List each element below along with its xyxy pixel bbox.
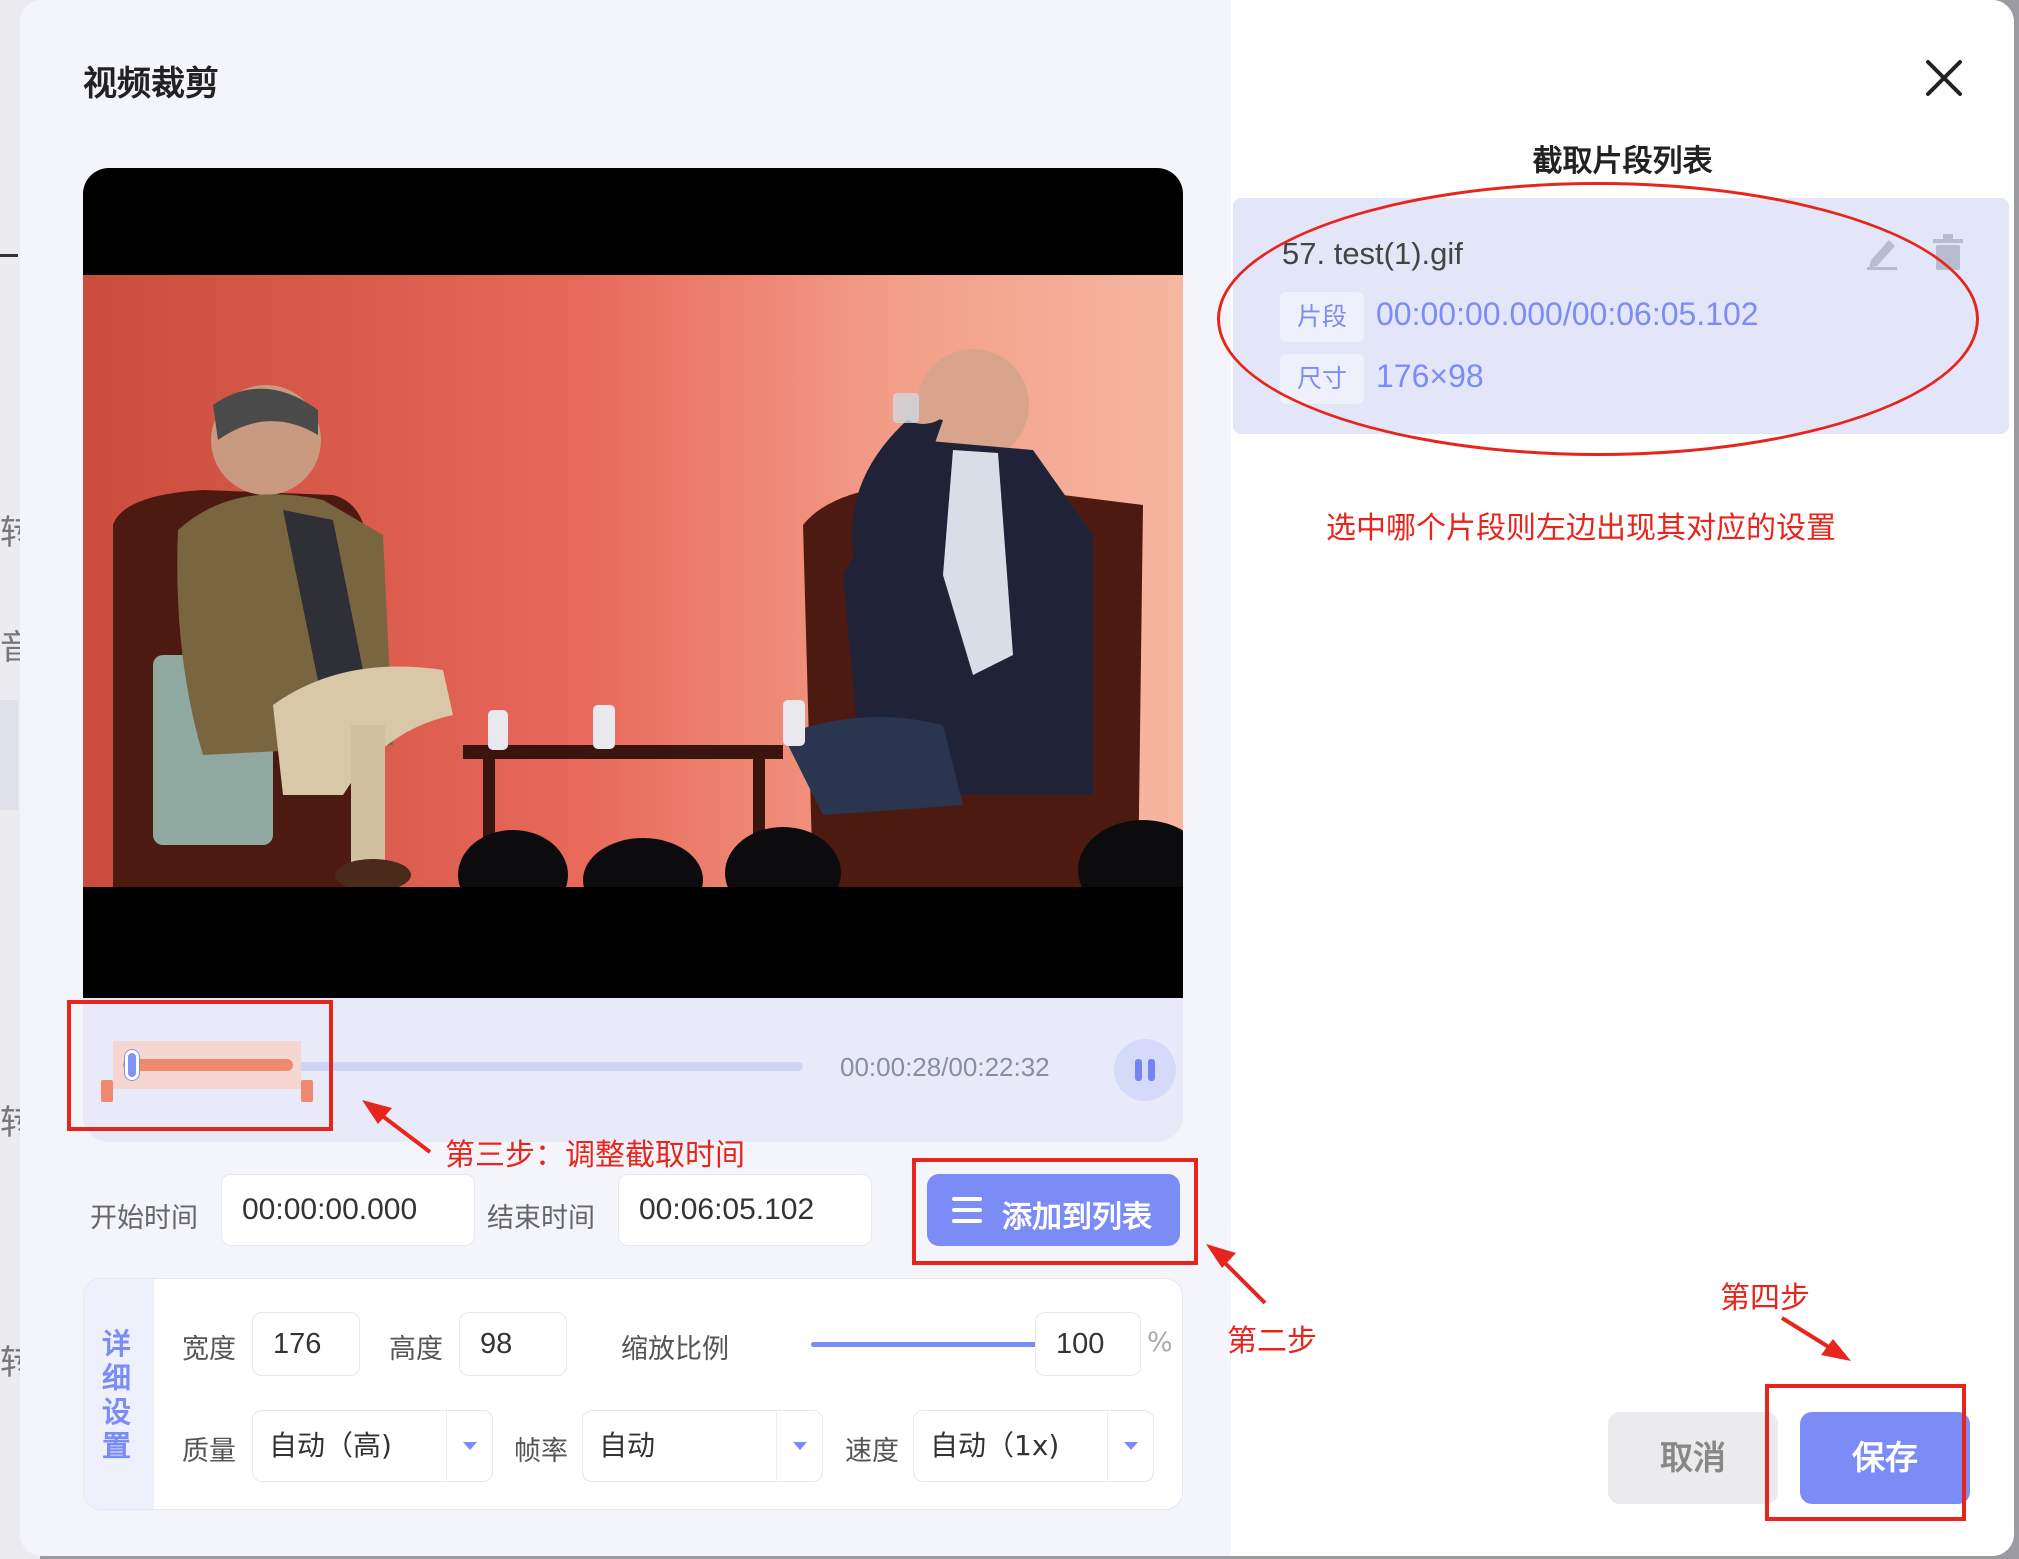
pause-icon <box>1148 1059 1155 1081</box>
pause-button[interactable] <box>1114 1039 1176 1101</box>
width-label: 宽度 <box>182 1334 236 1365</box>
scale-unit: % <box>1147 1327 1173 1358</box>
chevron-down-icon <box>1107 1411 1153 1481</box>
quality-select[interactable]: 自动（高) <box>252 1410 493 1482</box>
start-time-input[interactable]: 00:00:00.000 <box>221 1174 475 1246</box>
end-time-label: 结束时间 <box>487 1203 595 1234</box>
close-icon[interactable] <box>1920 54 1968 102</box>
height-input[interactable]: 98 <box>459 1312 567 1376</box>
height-label: 高度 <box>389 1334 443 1365</box>
video-frame <box>83 275 1183 887</box>
annotation-step3: 第三步：调整截取时间 <box>445 1138 745 1173</box>
annotation-note: 选中哪个片段则左边出现其对应的设置 <box>1326 511 1836 546</box>
annotation-ellipse <box>1217 182 1979 456</box>
background-selected-item <box>0 700 18 810</box>
detail-settings-panel: 详细设置 宽度 176 高度 98 缩放比例 100 % 质量 自动（高) 帧率… <box>83 1278 1183 1510</box>
quality-label: 质量 <box>182 1436 236 1467</box>
speed-select[interactable]: 自动（1x) <box>913 1410 1154 1482</box>
detail-settings-tab[interactable]: 详细设置 <box>84 1279 154 1509</box>
time-display: 00:00:28/00:22:32 <box>840 1052 1050 1082</box>
annotation-box-add <box>912 1158 1198 1265</box>
video-preview[interactable] <box>83 168 1183 998</box>
width-input[interactable]: 176 <box>252 1312 360 1376</box>
scale-label: 缩放比例 <box>621 1334 729 1365</box>
video-frame-image <box>113 349 1183 887</box>
end-time-input[interactable]: 00:06:05.102 <box>618 1174 872 1246</box>
background-divider <box>0 254 18 257</box>
annotation-step2: 第二步 <box>1227 1324 1317 1359</box>
chevron-down-icon <box>776 1411 822 1481</box>
annotation-box-save <box>1765 1384 1966 1521</box>
chevron-down-icon <box>446 1411 492 1481</box>
clip-list-title: 截取片段列表 <box>1532 144 1713 179</box>
fps-label: 帧率 <box>514 1436 568 1467</box>
editor-pane: 视频裁剪 00:00:28/00:22:32 开始时间 00:00:00.000… <box>20 0 1231 1556</box>
pause-icon <box>1135 1059 1142 1081</box>
cancel-button[interactable]: 取消 <box>1608 1412 1778 1504</box>
detail-settings-tab-label: 详细设置 <box>102 1327 132 1463</box>
dialog-title: 视频裁剪 <box>83 64 219 104</box>
annotation-step4: 第四步 <box>1720 1281 1810 1316</box>
fps-value: 自动 <box>599 1429 656 1462</box>
speed-value: 自动（1x) <box>930 1429 1060 1462</box>
quality-value: 自动（高) <box>269 1429 392 1462</box>
fps-select[interactable]: 自动 <box>582 1410 823 1482</box>
annotation-box-timeline <box>67 1000 333 1131</box>
speed-label: 速度 <box>845 1436 899 1467</box>
scale-input[interactable]: 100 <box>1035 1312 1141 1376</box>
start-time-label: 开始时间 <box>90 1203 198 1234</box>
scale-slider[interactable] <box>811 1342 1046 1347</box>
